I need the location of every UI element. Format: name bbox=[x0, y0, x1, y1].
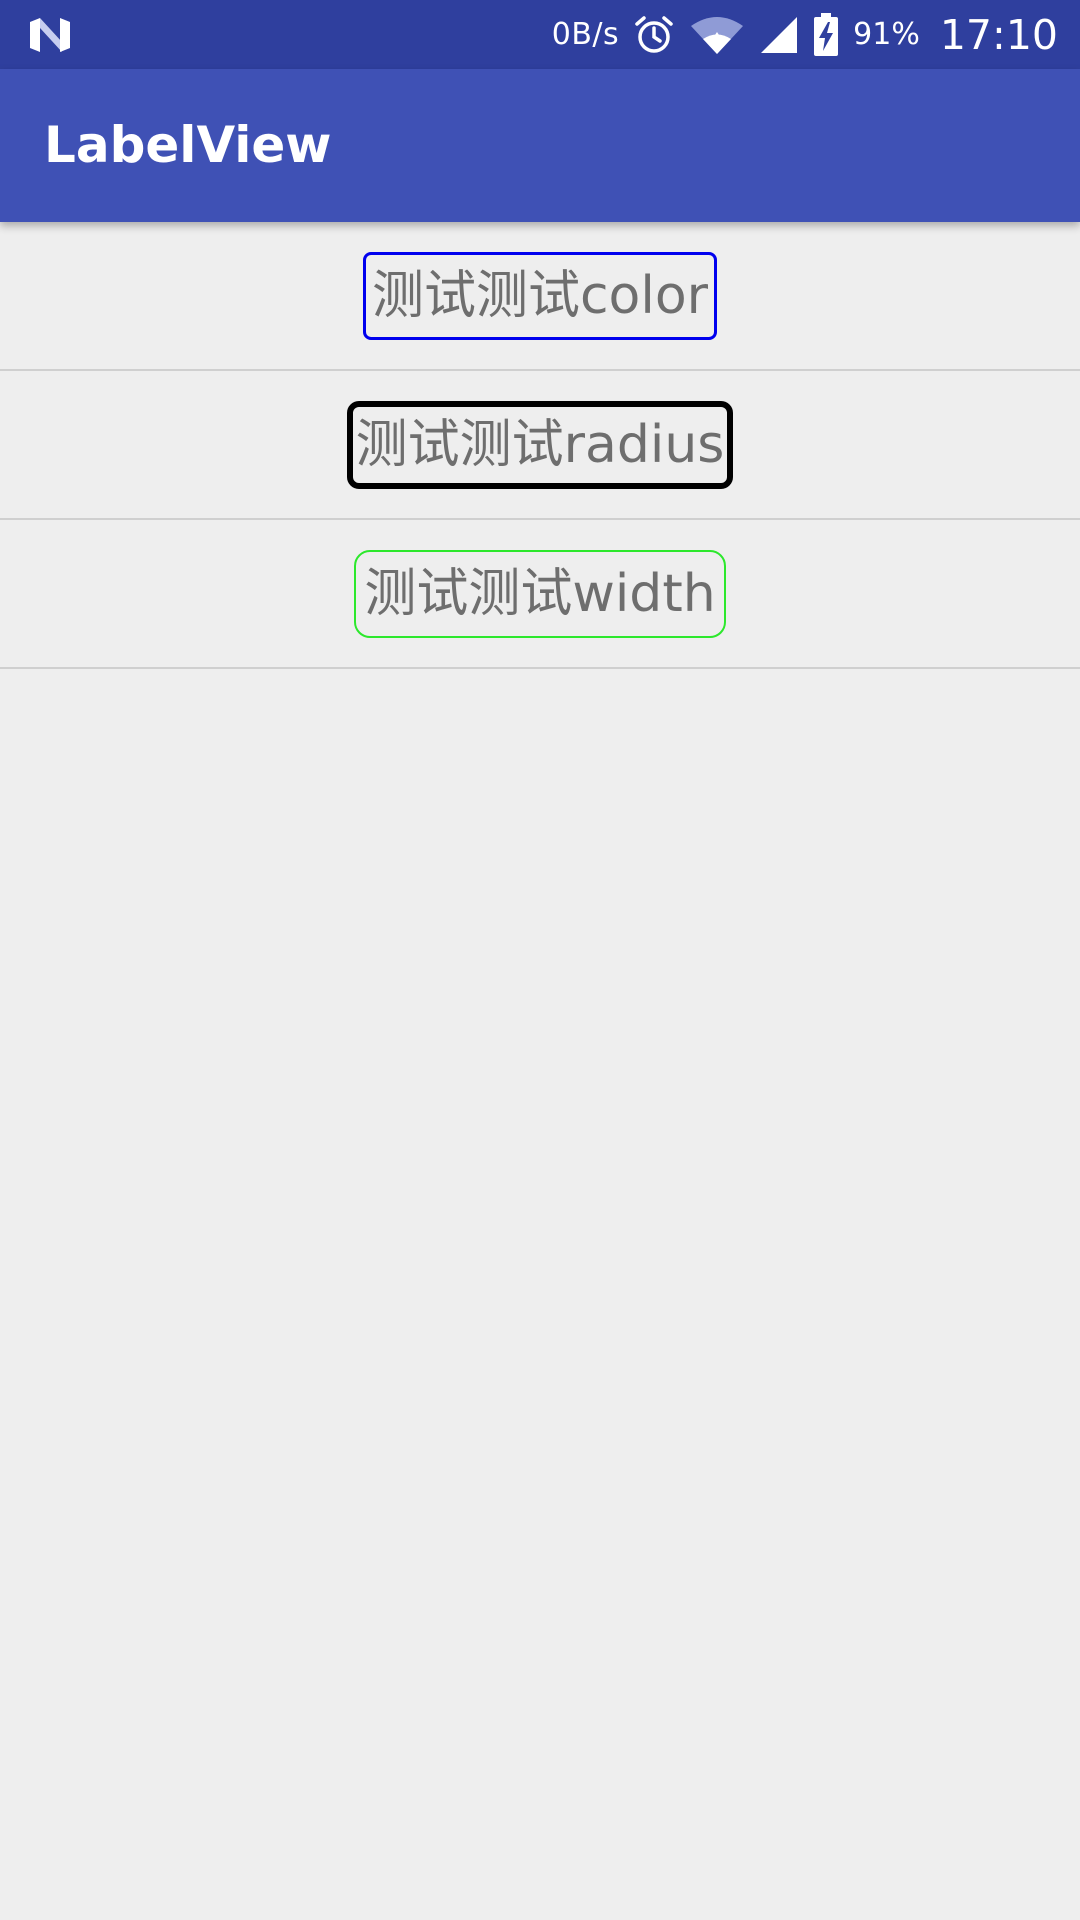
status-bar: 0B/s 91% 17:10 bbox=[0, 0, 1080, 69]
battery-percent-text: 91% bbox=[853, 17, 920, 52]
label-view-color[interactable]: 测试测试color bbox=[362, 251, 718, 340]
status-icons: 0B/s 91% 17:10 bbox=[552, 0, 1058, 69]
list-item: 测试测试radius bbox=[0, 371, 1080, 520]
battery-charging-icon bbox=[814, 12, 839, 56]
list-item: 测试测试width bbox=[0, 520, 1080, 669]
app-title: LabelView bbox=[44, 116, 332, 174]
net-speed-text: 0B/s bbox=[551, 17, 620, 52]
clock-text: 17:10 bbox=[939, 10, 1058, 59]
alarm-clock-icon bbox=[635, 15, 673, 53]
label-view-radius[interactable]: 测试测试radius bbox=[346, 400, 734, 489]
cell-signal-icon bbox=[761, 16, 798, 53]
label-list: 测试测试color 测试测试radius 测试测试width bbox=[0, 222, 1080, 669]
wifi-icon bbox=[691, 16, 744, 54]
label-view-width[interactable]: 测试测试width bbox=[354, 549, 726, 638]
n-logo-icon bbox=[30, 18, 70, 52]
app-bar: LabelView bbox=[0, 69, 1080, 222]
list-item: 测试测试color bbox=[0, 222, 1080, 371]
